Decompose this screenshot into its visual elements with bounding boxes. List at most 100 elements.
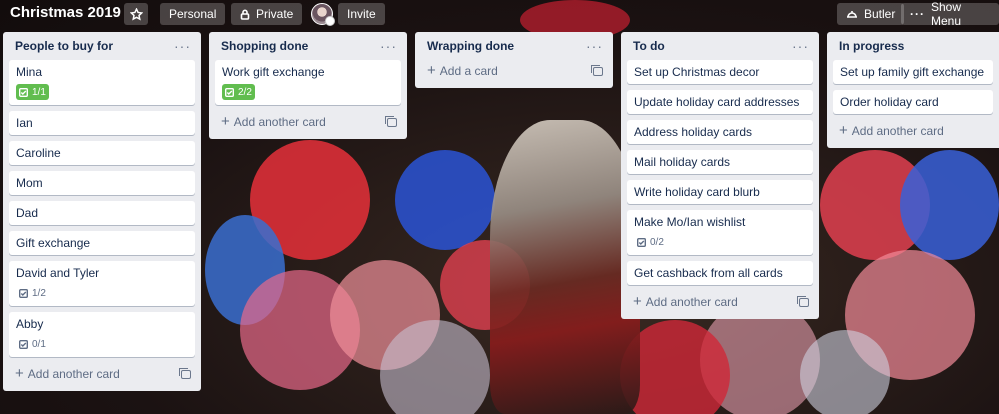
list-menu-icon[interactable]: ··· — [380, 39, 397, 53]
card-title: Ian — [16, 116, 33, 130]
card-template-icon[interactable] — [385, 115, 397, 127]
star-icon — [129, 7, 143, 20]
list-header: Shopping done ··· — [215, 32, 401, 60]
board-title[interactable]: Christmas 2019 — [10, 4, 121, 21]
card[interactable]: Write holiday card blurb — [627, 180, 813, 204]
list-title[interactable]: In progress — [839, 39, 904, 53]
list-menu-icon[interactable]: ··· — [174, 39, 191, 53]
checklist-count: 2/2 — [238, 86, 252, 98]
invite-button[interactable]: Invite — [338, 3, 385, 25]
star-button[interactable] — [124, 3, 148, 25]
more-icon: ··· — [910, 7, 925, 21]
list-wrapping-done: Wrapping done ··· + Add a card — [415, 32, 613, 88]
card[interactable]: David and Tyler 1/2 — [9, 261, 195, 306]
butler-button[interactable]: Butler — [837, 3, 905, 25]
add-card-label: Add a card — [439, 64, 498, 78]
card-title: Set up Christmas decor — [634, 65, 760, 79]
add-card-button[interactable]: + Add another card — [833, 120, 993, 142]
card-title: Get cashback from all cards — [634, 266, 783, 280]
checklist-badge: 1/2 — [16, 285, 49, 301]
plus-icon: + — [15, 365, 24, 382]
list-menu-icon[interactable]: ··· — [792, 39, 809, 53]
checklist-badge: 0/1 — [16, 336, 49, 352]
background-figure — [490, 120, 640, 414]
add-card-label: Add another card — [233, 115, 326, 129]
visibility-label: Private — [256, 7, 294, 21]
list-header: People to buy for ··· — [9, 32, 195, 60]
list-people-to-buy-for: People to buy for ··· Mina 1/1 Ian Carol… — [3, 32, 201, 391]
card-title: Mail holiday cards — [634, 155, 731, 169]
card[interactable]: Dad — [9, 201, 195, 225]
checklist-icon — [19, 87, 28, 97]
card-title: Caroline — [16, 146, 61, 160]
checklist-icon — [19, 339, 28, 349]
card-title: Address holiday cards — [634, 125, 753, 139]
list-title[interactable]: People to buy for — [15, 39, 113, 53]
list-in-progress: In progress Set up family gift exchange … — [827, 32, 999, 148]
checklist-icon — [225, 87, 234, 97]
member-avatar[interactable] — [311, 3, 335, 26]
card-title: Mina — [16, 65, 43, 79]
checklist-count: 1/1 — [32, 86, 46, 98]
butler-icon — [847, 11, 857, 18]
list-menu-icon[interactable]: ··· — [586, 39, 603, 53]
add-card-label: Add another card — [27, 367, 120, 381]
checklist-badge: 1/1 — [16, 84, 49, 100]
add-card-label: Add another card — [851, 124, 944, 138]
card-title: Order holiday card — [840, 95, 939, 109]
board-header: Christmas 2019 Personal Private Invite B… — [0, 0, 999, 28]
card[interactable]: Make Mo/Ian wishlist 0/2 — [627, 210, 813, 255]
card[interactable]: Gift exchange — [9, 231, 195, 255]
list-to-do: To do ··· Set up Christmas decor Update … — [621, 32, 819, 319]
invite-label: Invite — [347, 7, 376, 21]
list-title[interactable]: To do — [633, 39, 665, 53]
show-menu-button[interactable]: ··· Show Menu — [901, 0, 999, 28]
card-title: Write holiday card blurb — [634, 185, 760, 199]
card-title: Set up family gift exchange — [840, 65, 985, 79]
add-card-button[interactable]: + Add a card — [421, 60, 607, 82]
card[interactable]: Abby 0/1 — [9, 312, 195, 357]
add-card-button[interactable]: + Add another card — [215, 111, 401, 133]
card[interactable]: Mail holiday cards — [627, 150, 813, 174]
card-title: Work gift exchange — [222, 65, 325, 79]
checklist-badge: 0/2 — [634, 234, 667, 250]
checklist-badge: 2/2 — [222, 84, 255, 100]
list-header: To do ··· — [627, 32, 813, 60]
plus-icon: + — [221, 113, 230, 130]
card[interactable]: Set up Christmas decor — [627, 60, 813, 84]
list-title[interactable]: Wrapping done — [427, 39, 514, 53]
card[interactable]: Set up family gift exchange — [833, 60, 993, 84]
card-title: Make Mo/Ian wishlist — [634, 215, 746, 229]
add-card-label: Add another card — [645, 295, 738, 309]
checklist-icon — [19, 288, 28, 298]
card-title: Mom — [16, 176, 43, 190]
show-menu-label: Show Menu — [931, 0, 962, 28]
checklist-icon — [637, 237, 646, 247]
card[interactable]: Address holiday cards — [627, 120, 813, 144]
team-button[interactable]: Personal — [160, 3, 226, 25]
card[interactable]: Caroline — [9, 141, 195, 165]
card[interactable]: Work gift exchange 2/2 — [215, 60, 401, 105]
card-template-icon[interactable] — [797, 295, 809, 307]
card-title: Update holiday card addresses — [634, 95, 800, 109]
visibility-button[interactable]: Private — [231, 3, 303, 25]
card[interactable]: Update holiday card addresses — [627, 90, 813, 114]
checklist-count: 1/2 — [32, 287, 46, 299]
card[interactable]: Order holiday card — [833, 90, 993, 114]
checklist-count: 0/2 — [650, 236, 664, 248]
add-card-button[interactable]: + Add another card — [627, 291, 813, 313]
card[interactable]: Get cashback from all cards — [627, 261, 813, 285]
card-title: Gift exchange — [16, 236, 91, 250]
card-title: Abby — [16, 317, 44, 331]
list-title[interactable]: Shopping done — [221, 39, 308, 53]
butler-label: Butler — [864, 7, 896, 21]
lock-icon — [240, 9, 250, 20]
card[interactable]: Mina 1/1 — [9, 60, 195, 105]
card[interactable]: Mom — [9, 171, 195, 195]
add-card-button[interactable]: + Add another card — [9, 363, 195, 385]
card-title: Dad — [16, 206, 39, 220]
checklist-count: 0/1 — [32, 338, 46, 350]
card-template-icon[interactable] — [179, 367, 191, 379]
card-template-icon[interactable] — [591, 64, 603, 76]
card[interactable]: Ian — [9, 111, 195, 135]
